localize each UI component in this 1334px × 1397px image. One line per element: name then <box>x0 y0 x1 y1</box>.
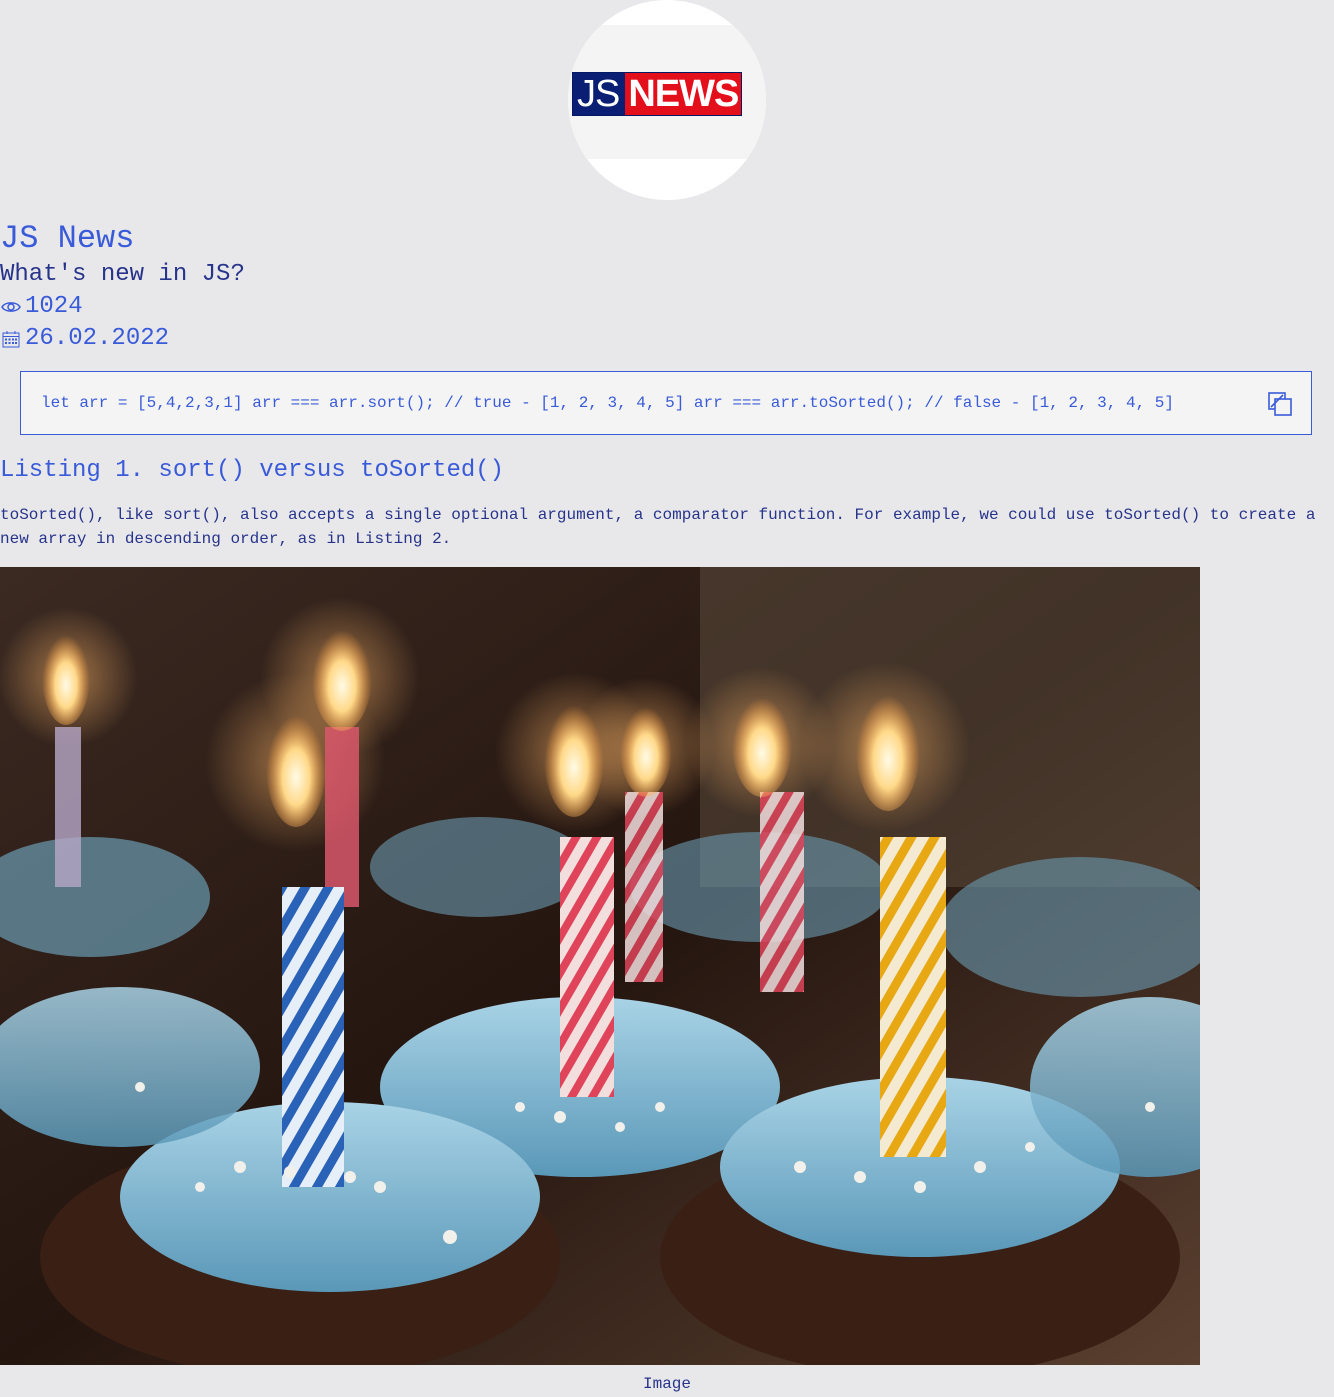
article-image <box>0 567 1200 1365</box>
logo-text-news: NEWS <box>625 73 742 115</box>
article-paragraph: toSorted(), like sort(), also accepts a … <box>0 506 1316 548</box>
logo-text-js: JS <box>573 73 626 115</box>
copy-code-button[interactable] <box>1267 391 1293 417</box>
site-subtitle: What's new in JS? <box>0 261 245 288</box>
calendar-icon <box>0 328 22 350</box>
views-counter: 1024 <box>0 292 83 322</box>
logo-badge: JS NEWS <box>572 72 743 116</box>
birthday-cupcakes-photo <box>0 567 1200 1365</box>
eye-icon <box>0 296 22 318</box>
site-title: JS News <box>0 220 135 257</box>
site-logo[interactable]: JS NEWS <box>568 0 766 200</box>
date-value: 26.02.2022 <box>25 325 170 352</box>
views-count: 1024 <box>25 293 83 320</box>
copy-icon <box>1268 392 1292 416</box>
code-listing: let arr = [5,4,2,3,1] arr === arr.sort()… <box>20 371 1312 435</box>
image-caption: Image <box>642 1375 691 1393</box>
code-text[interactable]: let arr = [5,4,2,3,1] arr === arr.sort()… <box>41 393 1174 413</box>
publish-date: 26.02.2022 <box>0 324 169 354</box>
listing-title: Listing 1. sort() versus toSorted() <box>0 457 505 484</box>
article-page: JS NEWS JS News What's new in JS? 1024 2… <box>0 0 1334 1397</box>
